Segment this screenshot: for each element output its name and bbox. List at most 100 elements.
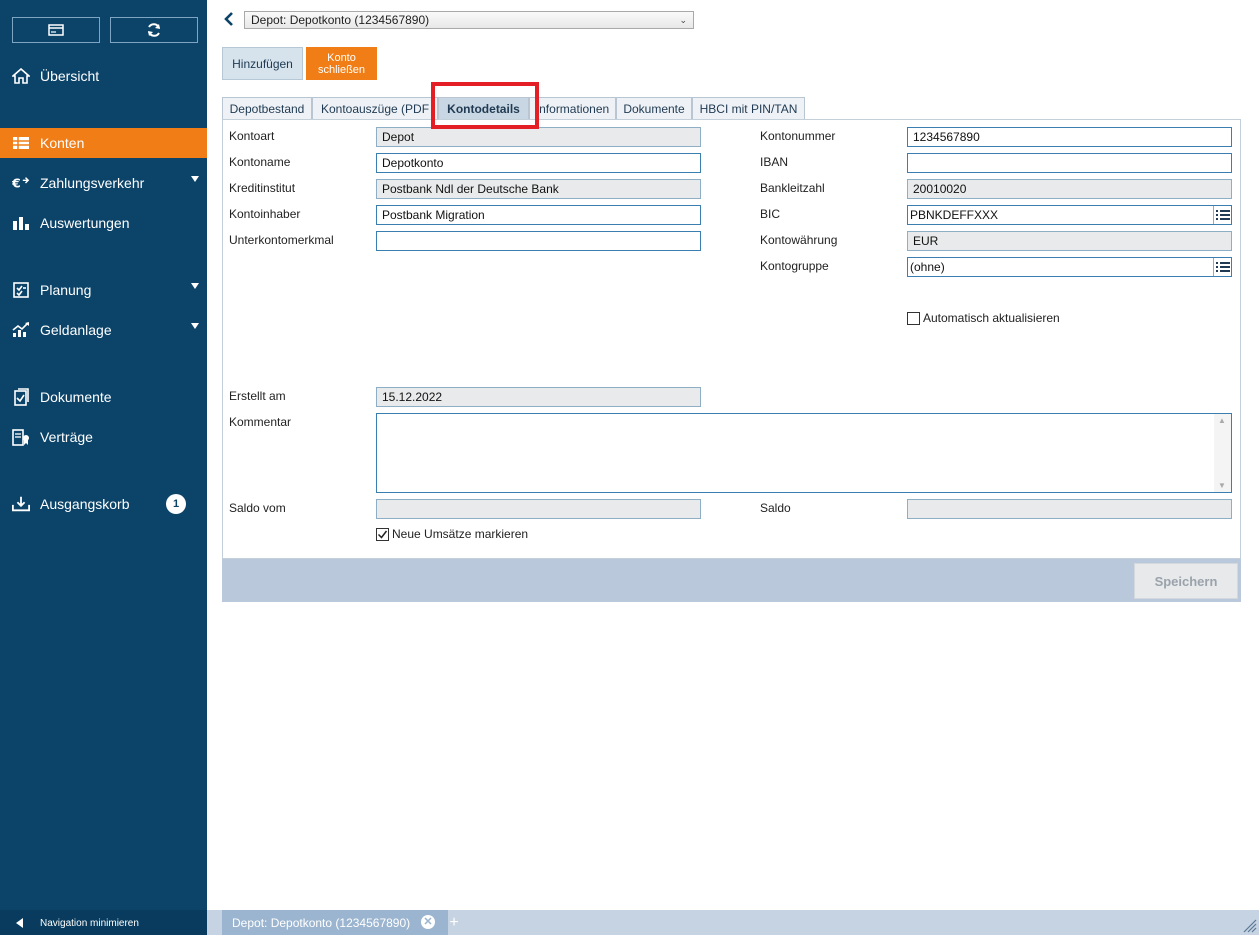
chevron-down-icon: ⌄ bbox=[679, 15, 687, 25]
sidebar-item-ausgangskorb[interactable]: Ausgangskorb 1 bbox=[0, 489, 207, 519]
list-icon[interactable] bbox=[1213, 258, 1231, 276]
kontogruppe-field[interactable]: (ohne) bbox=[907, 257, 1232, 277]
tab-hbci[interactable]: HBCI mit PIN/TAN bbox=[692, 97, 805, 119]
add-button[interactable]: Hinzufügen bbox=[222, 47, 303, 80]
navigation-minimize-button[interactable]: Navigation minimieren bbox=[0, 910, 207, 935]
created-label: Erstellt am bbox=[229, 389, 286, 403]
sidebar-item-planung[interactable]: Planung bbox=[0, 275, 207, 305]
account-select-value: Depot: Depotkonto (1234567890) bbox=[251, 13, 430, 27]
tab-kontodetails[interactable]: Kontodetails bbox=[438, 97, 529, 119]
chevron-down-icon bbox=[191, 323, 199, 329]
sidebar: Übersicht Konten € Zahlungsverkehr Auswe… bbox=[0, 0, 207, 935]
tab-depotbestand[interactable]: Depotbestand bbox=[222, 97, 312, 119]
kontoinhaber-field[interactable]: Postbank Migration bbox=[376, 205, 701, 225]
account-select[interactable]: Depot: Depotkonto (1234567890) ⌄ bbox=[244, 11, 694, 29]
card-icon bbox=[48, 24, 64, 36]
bar-chart-icon bbox=[12, 214, 30, 232]
kontowaehrung-label: Kontowährung bbox=[760, 233, 838, 247]
back-chevron-icon[interactable] bbox=[222, 11, 236, 27]
collapse-left-icon bbox=[16, 918, 23, 928]
auto-update-label: Automatisch aktualisieren bbox=[923, 311, 1060, 325]
bic-label: BIC bbox=[760, 207, 781, 221]
kontonummer-label: Kontonummer bbox=[760, 129, 836, 143]
tab-informationen[interactable]: Informationen bbox=[529, 97, 616, 119]
created-field[interactable]: 15.12.2022 bbox=[376, 387, 701, 407]
kontowaehrung-field[interactable]: EUR bbox=[907, 231, 1232, 251]
sidebar-item-uebersicht[interactable]: Übersicht bbox=[0, 61, 207, 91]
auto-update-checkbox[interactable] bbox=[907, 312, 920, 325]
tab-dokumente[interactable]: Dokumente bbox=[616, 97, 692, 119]
balance-date-label: Saldo vom bbox=[229, 501, 286, 515]
sidebar-item-dokumente[interactable]: Dokumente bbox=[0, 382, 207, 412]
sidebar-item-vertraege[interactable]: Verträge bbox=[0, 422, 207, 452]
unterkontomerkmal-field[interactable] bbox=[376, 231, 701, 251]
comment-scrollbar[interactable]: ▲ ▼ bbox=[1214, 414, 1231, 492]
unterkontomerkmal-label: Unterkontomerkmal bbox=[229, 233, 334, 247]
kontonummer-field[interactable]: 1234567890 bbox=[907, 127, 1232, 147]
add-tab-button[interactable]: + bbox=[441, 910, 467, 935]
comment-textarea[interactable]: ▲ ▼ bbox=[376, 413, 1232, 493]
kontoname-label: Kontoname bbox=[229, 155, 291, 169]
sidebar-item-label: Geldanlage bbox=[40, 322, 112, 338]
form-footer: Speichern bbox=[222, 559, 1241, 602]
account-details-form: Kontoart Depot Kontoname Depotkonto Kred… bbox=[222, 119, 1241, 559]
balance-field[interactable] bbox=[907, 499, 1232, 519]
close-icon[interactable]: ✕ bbox=[421, 915, 435, 929]
sidebar-item-zahlungsverkehr[interactable]: € Zahlungsverkehr bbox=[0, 168, 207, 198]
document-tab[interactable]: Depot: Depotkonto (1234567890) ✕ bbox=[222, 910, 448, 935]
sidebar-item-geldanlage[interactable]: Geldanlage bbox=[0, 315, 207, 345]
document-tab-strip: Depot: Depotkonto (1234567890) ✕ + bbox=[207, 910, 1259, 935]
chevron-down-icon bbox=[191, 283, 199, 289]
home-icon bbox=[12, 67, 30, 85]
accounts-icon bbox=[12, 134, 30, 152]
comment-label: Kommentar bbox=[229, 415, 292, 429]
investment-chart-icon bbox=[12, 321, 30, 339]
refresh-icon bbox=[148, 23, 160, 37]
planning-icon bbox=[12, 281, 30, 299]
sidebar-item-label: Konten bbox=[40, 135, 85, 151]
mark-new-checkbox[interactable] bbox=[376, 528, 389, 541]
sidebar-item-label: Verträge bbox=[40, 429, 93, 445]
kreditinstitut-field[interactable]: Postbank Ndl der Deutsche Bank bbox=[376, 179, 701, 199]
sidebar-item-label: Planung bbox=[40, 282, 92, 298]
contracts-icon bbox=[12, 428, 30, 446]
scroll-down-icon[interactable]: ▼ bbox=[1218, 481, 1226, 490]
refresh-button[interactable] bbox=[110, 17, 198, 43]
kontogruppe-label: Kontogruppe bbox=[760, 259, 829, 273]
balance-date-field[interactable] bbox=[376, 499, 701, 519]
bic-field[interactable]: PBNKDEFFXXX bbox=[907, 205, 1232, 225]
checkmark-icon bbox=[377, 530, 388, 539]
document-tab-label: Depot: Depotkonto (1234567890) bbox=[232, 916, 411, 930]
outbox-icon bbox=[12, 495, 30, 513]
sidebar-item-label: Zahlungsverkehr bbox=[40, 175, 145, 191]
sidebar-item-label: Ausgangskorb bbox=[40, 496, 130, 512]
iban-label: IBAN bbox=[760, 155, 789, 169]
navigation-minimize-label: Navigation minimieren bbox=[40, 918, 139, 929]
sidebar-item-label: Dokumente bbox=[40, 389, 112, 405]
iban-field[interactable] bbox=[907, 153, 1232, 173]
kontoart-label: Kontoart bbox=[229, 129, 275, 143]
kontogruppe-value: (ohne) bbox=[910, 260, 945, 274]
sidebar-item-label: Übersicht bbox=[40, 68, 100, 84]
card-view-button[interactable] bbox=[12, 17, 100, 43]
chevron-down-icon bbox=[191, 176, 199, 182]
list-icon[interactable] bbox=[1213, 206, 1231, 224]
bankleitzahl-field[interactable]: 20010020 bbox=[907, 179, 1232, 199]
sidebar-item-konten[interactable]: Konten bbox=[0, 128, 207, 158]
close-account-button[interactable]: Konto schließen bbox=[306, 47, 377, 80]
scroll-up-icon[interactable]: ▲ bbox=[1218, 416, 1226, 425]
balance-label: Saldo bbox=[760, 501, 791, 515]
kontoinhaber-label: Kontoinhaber bbox=[229, 207, 301, 221]
sidebar-item-auswertungen[interactable]: Auswertungen bbox=[0, 208, 207, 238]
kontoart-field[interactable]: Depot bbox=[376, 127, 701, 147]
outbox-count-badge: 1 bbox=[166, 494, 186, 514]
tab-kontoauszuege[interactable]: Kontoauszüge (PDF bbox=[312, 97, 438, 119]
resize-grip-icon[interactable] bbox=[1243, 919, 1257, 933]
euro-transfer-icon: € bbox=[12, 174, 30, 192]
kontoname-field[interactable]: Depotkonto bbox=[376, 153, 701, 173]
mark-new-label: Neue Umsätze markieren bbox=[392, 527, 529, 541]
sidebar-item-label: Auswertungen bbox=[40, 215, 130, 231]
save-button[interactable]: Speichern bbox=[1134, 563, 1238, 599]
svg-text:€: € bbox=[12, 176, 21, 191]
bankleitzahl-label: Bankleitzahl bbox=[760, 181, 825, 195]
